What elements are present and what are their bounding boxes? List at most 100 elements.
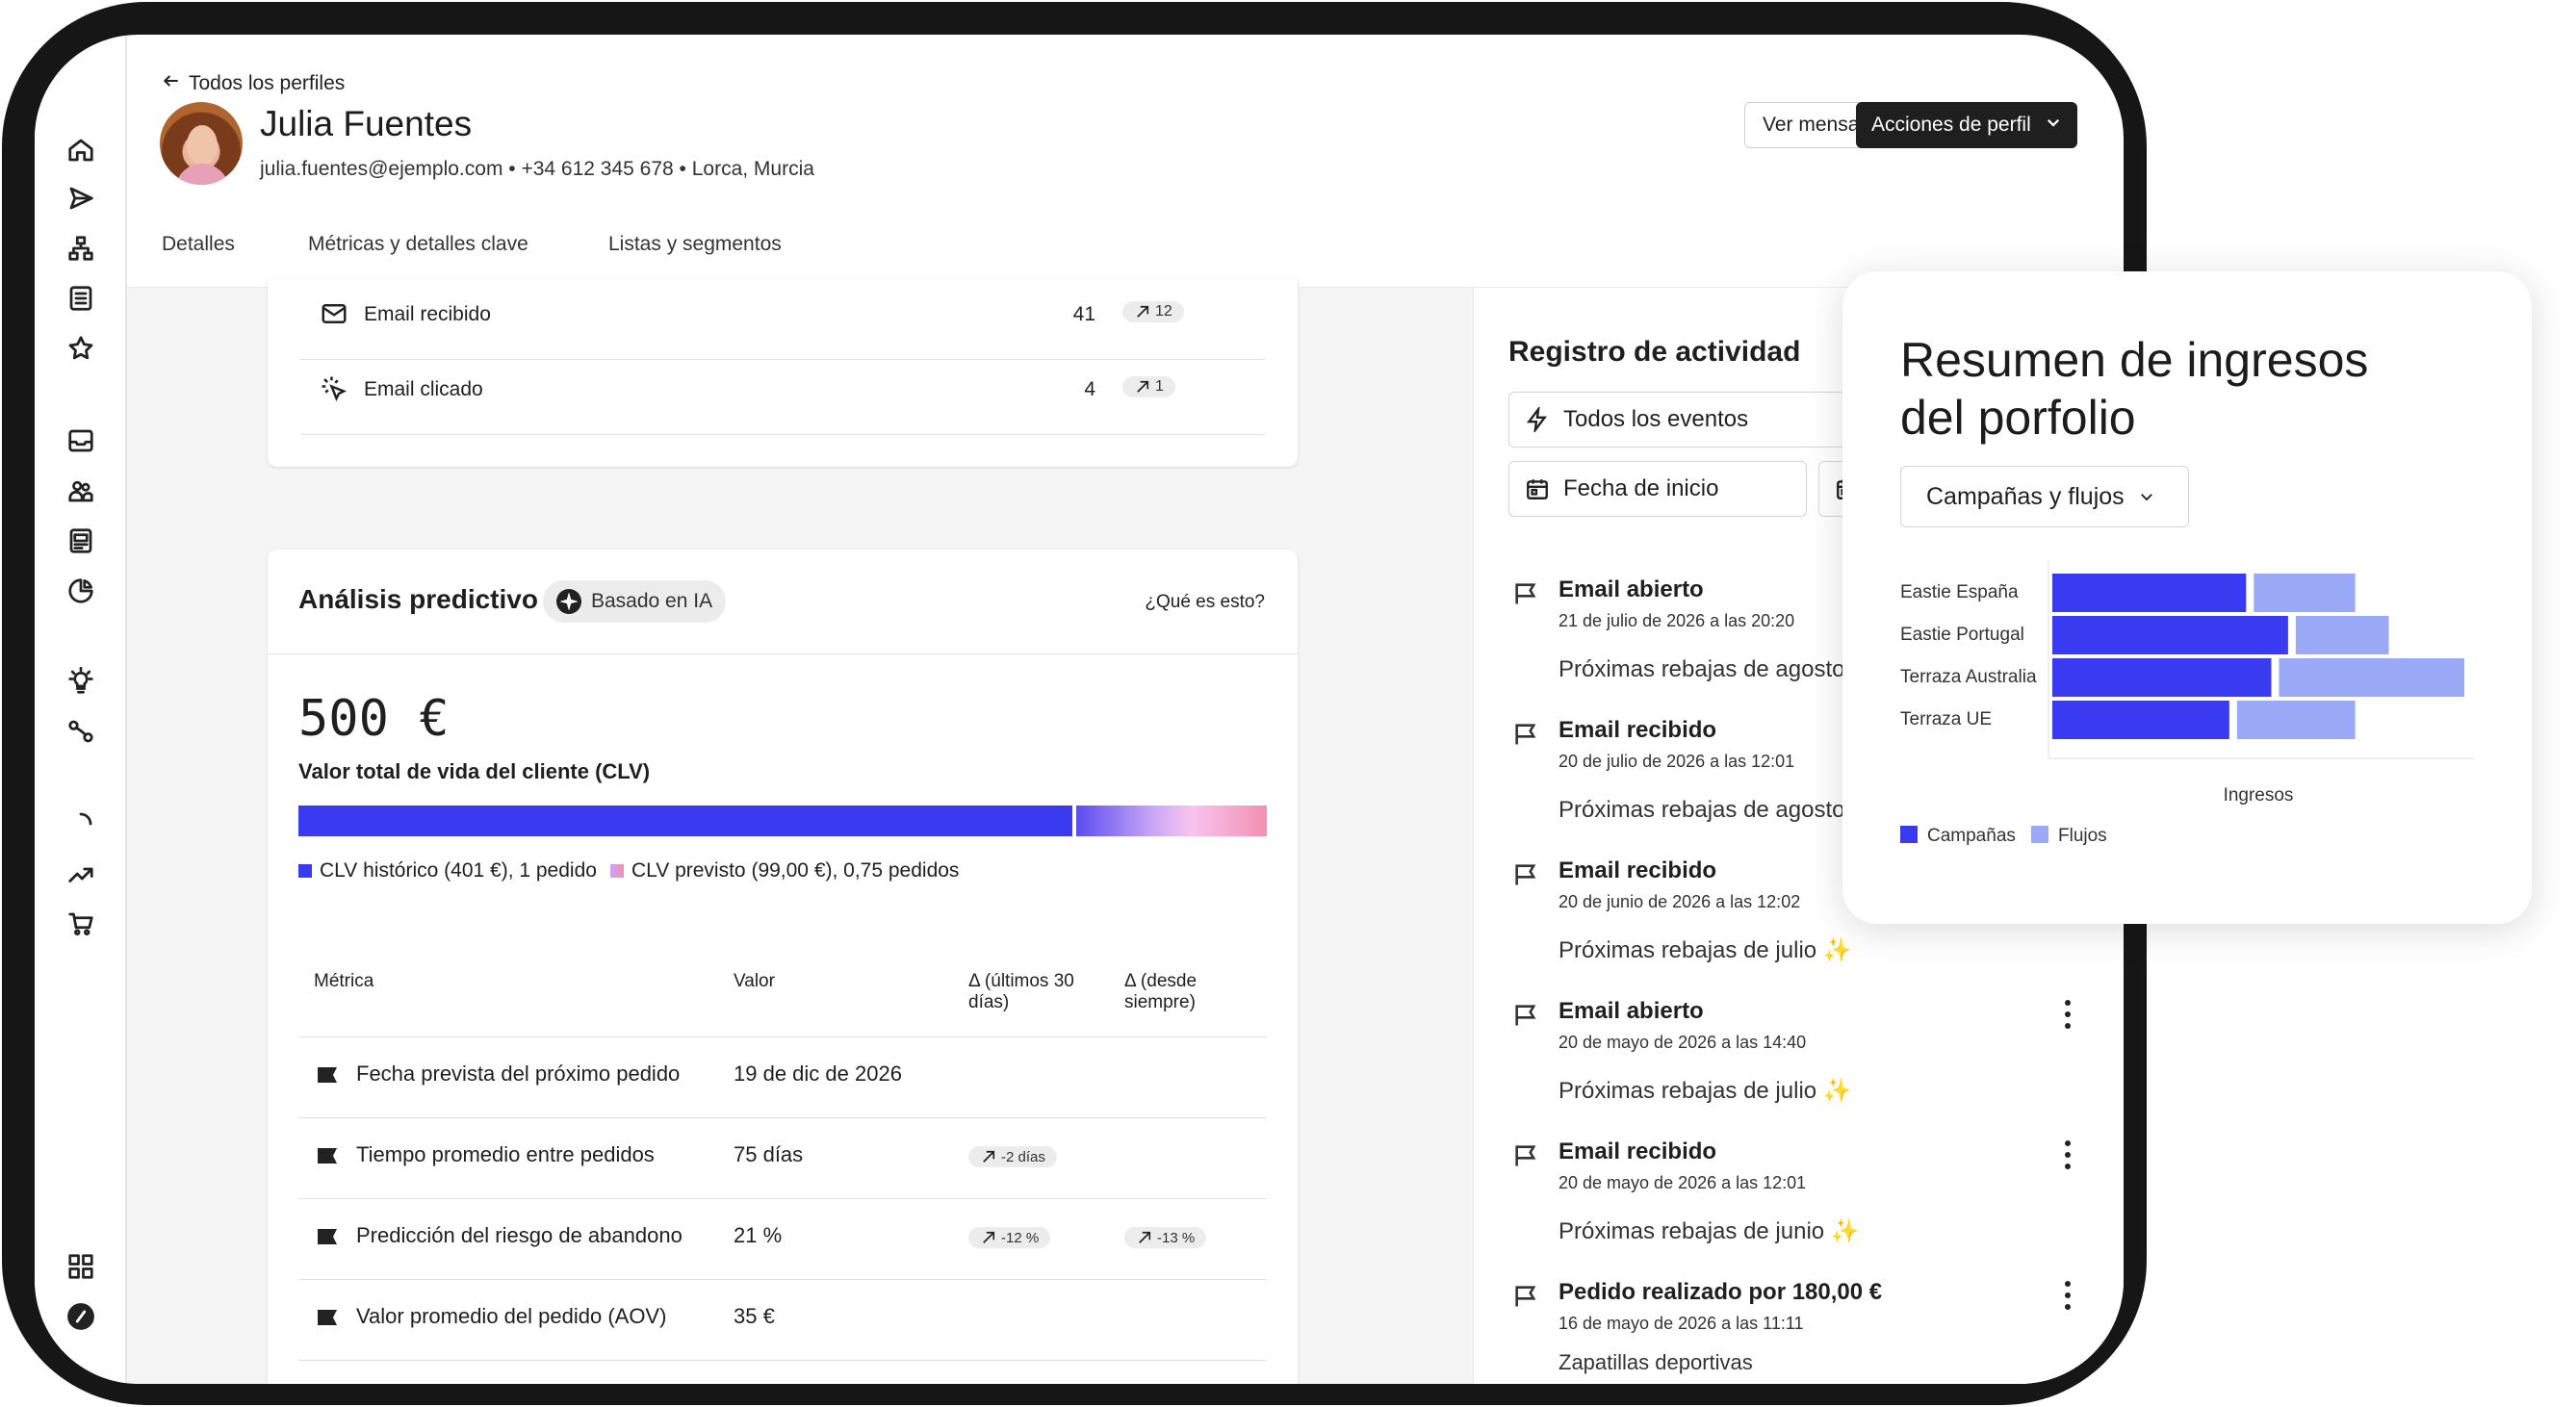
- clv-bar: [298, 806, 1267, 836]
- activity-item-subject: Próximas rebajas de agosto ✨: [1558, 797, 1881, 823]
- flow-icon[interactable]: [62, 229, 100, 268]
- profile-meta: julia.fuentes@ejemplo.com • +34 612 345 …: [260, 158, 814, 180]
- more-options-icon[interactable]: [2063, 1140, 2073, 1169]
- activity-title: Registro de actividad: [1508, 336, 1801, 368]
- analytics-icon[interactable]: [62, 572, 100, 610]
- row-divider: [298, 1198, 1267, 1199]
- loading-icon: [62, 805, 100, 843]
- activity-item-date: 21 de julio de 2026 a las 20:20: [1558, 611, 1795, 630]
- activity-item-title[interactable]: Email recibido: [1558, 1138, 1716, 1165]
- metric-value: 19 de dic de 2026: [734, 1062, 902, 1086]
- device-frame: Todos los perfiles Julia Fuentes julia.f…: [2, 2, 2147, 1405]
- audience-icon[interactable]: [62, 472, 100, 510]
- revenue-dropdown[interactable]: Campañas y flujos: [1900, 466, 2189, 527]
- activity-item-subject: Próximas rebajas de julio ✨: [1558, 1078, 1852, 1104]
- delta-badge: -12 %: [968, 1227, 1051, 1248]
- integrations-icon[interactable]: [62, 712, 100, 751]
- list-icon[interactable]: [62, 279, 100, 318]
- lightbulb-icon[interactable]: [62, 662, 100, 701]
- back-link[interactable]: Todos los perfiles: [162, 71, 345, 96]
- bar-campaigns: [2052, 701, 2229, 739]
- more-options-icon[interactable]: [2063, 1000, 2073, 1029]
- row-divider: [298, 1117, 1267, 1118]
- event-count: 41: [1072, 303, 1095, 325]
- activity-item-subject: Próximas rebajas de julio ✨: [1558, 937, 1852, 963]
- activity-item-subject: Próximas rebajas de agosto ✨: [1558, 656, 1881, 682]
- send-icon[interactable]: [62, 179, 100, 217]
- activity-item-title[interactable]: Email abierto: [1558, 576, 1704, 603]
- category-label: Terraza Australia: [1900, 667, 2037, 687]
- clv-value: 500 €: [298, 690, 450, 748]
- event-label: Email clicado: [364, 378, 483, 400]
- arrow-left-icon: [162, 71, 181, 96]
- revenue-title: Resumen de ingresos del porfolio: [1900, 331, 2368, 447]
- metric-name: Tiempo promedio entre pedidos: [356, 1142, 655, 1166]
- legend-predicted: CLV previsto (99,00 €), 0,75 pedidos: [631, 859, 960, 882]
- metric-value: 21 %: [734, 1223, 783, 1247]
- events-summary-card: Email recibido 41 12 Email clicado 4 1: [268, 278, 1298, 467]
- flag-outline-icon: [1512, 861, 1539, 888]
- revenue-title-line2: del porfolio: [1900, 391, 2136, 445]
- profile-actions-label: Acciones de perfil: [1871, 114, 2031, 136]
- home-icon[interactable]: [62, 131, 100, 169]
- flag-icon: [316, 1065, 339, 1085]
- apps-grid-icon[interactable]: [62, 1247, 100, 1286]
- profile-actions-button[interactable]: Acciones de perfil: [1856, 102, 2077, 148]
- activity-item-title[interactable]: Email recibido: [1558, 717, 1716, 744]
- metric-value: 35 €: [734, 1304, 775, 1328]
- clv-label: Valor total de vida del cliente (CLV): [298, 759, 651, 783]
- ai-badge-label: Basado en IA: [591, 590, 713, 612]
- col-header-metric: Métrica: [314, 971, 374, 991]
- trend-icon[interactable]: [62, 855, 100, 893]
- category-label: Terraza UE: [1900, 709, 1992, 729]
- more-options-icon[interactable]: [2063, 1281, 2073, 1310]
- bar-campaigns: [2052, 574, 2247, 612]
- bar-campaigns: [2052, 658, 2272, 697]
- bar-flows: [2279, 658, 2464, 697]
- predictive-title: Análisis predictivo: [298, 584, 538, 614]
- flag-outline-icon: [1512, 580, 1539, 607]
- chevron-down-icon: [2140, 494, 2152, 501]
- legend-swatch-historic: [298, 864, 312, 878]
- calendar-icon: [1527, 479, 1548, 499]
- predictive-analysis-card: Análisis predictivo Basado en IA ¿Qué es…: [268, 550, 1298, 1384]
- activity-item-title[interactable]: Email recibido: [1558, 857, 1716, 884]
- legend-swatch-predicted: [609, 864, 624, 878]
- cart-icon[interactable]: [62, 905, 100, 943]
- app-screen: Todos los perfiles Julia Fuentes julia.f…: [35, 35, 2124, 1384]
- metric-name: Valor promedio del pedido (AOV): [356, 1304, 667, 1328]
- account-avatar-icon[interactable]: [62, 1297, 100, 1336]
- inbox-icon[interactable]: [62, 422, 100, 460]
- delta-badge: -2 días: [968, 1146, 1057, 1167]
- clv-predicted-segment: [1075, 806, 1267, 836]
- bar-flows: [2295, 616, 2389, 654]
- ai-badge: Basado en IA: [543, 580, 727, 623]
- start-date-label: Fecha de inicio: [1563, 475, 1719, 501]
- activity-item-subject: Próximas rebajas de junio ✨: [1558, 1218, 1860, 1244]
- revenue-chart: Eastie España Eastie Portugal Terraza Aust…: [1900, 560, 2474, 846]
- trend-value: 1: [1155, 378, 1164, 395]
- legend-swatch: [2031, 826, 2048, 843]
- help-link[interactable]: ¿Qué es esto?: [1145, 592, 1265, 613]
- start-date-filter[interactable]: Fecha de inicio: [1508, 461, 1807, 517]
- event-filter-label: Todos los eventos: [1563, 406, 1749, 432]
- content-icon[interactable]: [62, 522, 100, 560]
- lightning-icon: [1526, 407, 1547, 432]
- metric-value: 75 días: [734, 1142, 804, 1166]
- flag-icon: [316, 1308, 339, 1327]
- flag-outline-icon: [1512, 1283, 1539, 1310]
- trend-badge: 1: [1122, 376, 1175, 397]
- trend-up-icon: [1137, 305, 1149, 318]
- flag-icon: [316, 1227, 339, 1246]
- category-label: Eastie Portugal: [1900, 625, 2024, 645]
- trend-up-icon: [1137, 380, 1149, 393]
- activity-item-title[interactable]: Email abierto: [1558, 998, 1704, 1025]
- bar-campaigns: [2052, 616, 2288, 654]
- star-icon[interactable]: [62, 329, 100, 368]
- activity-item-date: 20 de junio de 2026 a las 12:02: [1558, 892, 1801, 911]
- activity-item-title[interactable]: Pedido realizado por 180,00 €: [1558, 1279, 1882, 1306]
- mail-icon: [320, 299, 348, 328]
- col-header-delta-all: Δ (desde siempre): [1124, 971, 1198, 1012]
- content-area: Email recibido 41 12 Email clicado 4 1 A…: [127, 278, 2124, 1384]
- clv-legend: CLV histórico (401 €), 1 pedido CLV prev…: [298, 859, 959, 883]
